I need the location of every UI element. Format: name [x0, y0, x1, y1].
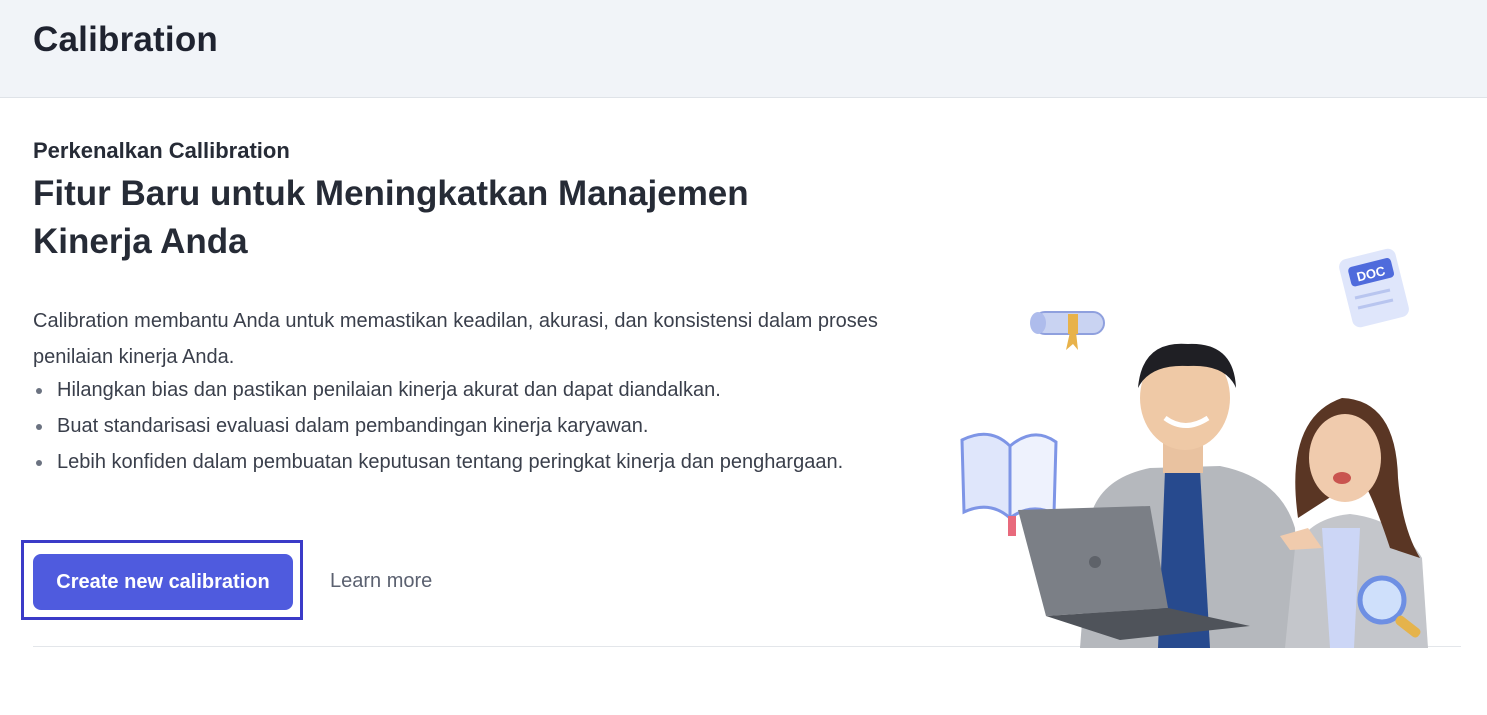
learn-more-link[interactable]: Learn more: [330, 570, 432, 593]
doc-file-icon: DOC: [1339, 248, 1409, 328]
benefit-list: Hilangkan bias dan pastikan penilaian ki…: [33, 372, 853, 480]
benefit-item: Lebih konfiden dalam pembuatan keputusan…: [33, 444, 853, 480]
diploma-icon: [1030, 311, 1105, 350]
intro-card: Perkenalkan Callibration Fitur Baru untu…: [0, 98, 1487, 715]
intro-eyebrow: Perkenalkan Callibration: [33, 138, 290, 163]
woman-figure: [1280, 398, 1428, 648]
intro-description: Calibration membantu Anda untuk memastik…: [33, 310, 878, 368]
benefit-item: Hilangkan bias dan pastikan penilaian ki…: [33, 372, 853, 408]
create-calibration-button[interactable]: Create new calibration: [33, 554, 293, 610]
page-title: Calibration: [33, 20, 218, 59]
hero-illustration: DOC: [960, 248, 1428, 648]
benefit-item: Buat standarisasi evaluasi dalam pemband…: [33, 408, 853, 444]
page-header: Calibration: [0, 0, 1487, 98]
intro-headline: Fitur Baru untuk Meningkatkan Manajemen …: [33, 174, 749, 261]
